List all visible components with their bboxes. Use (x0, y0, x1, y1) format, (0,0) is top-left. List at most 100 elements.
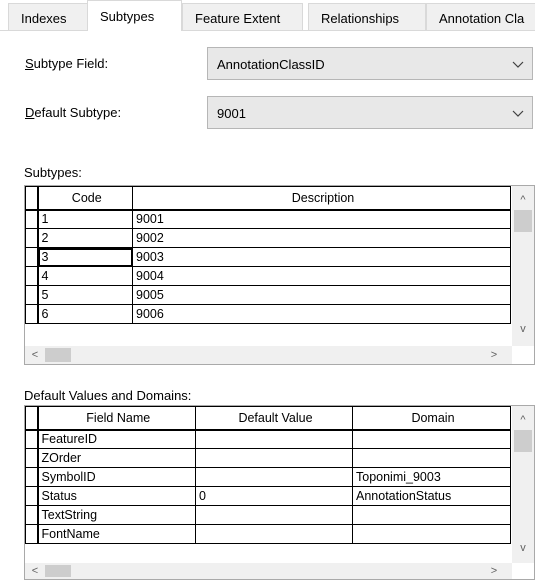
scroll-up-arrow[interactable]: ^ (516, 194, 530, 206)
table-row[interactable]: 2 9002 (25, 228, 511, 248)
subtypes-grid: Code Description 1 9001 2 9002 3 9003 4 9004… (24, 185, 535, 365)
scroll-left-arrow[interactable]: < (28, 565, 42, 577)
table-row[interactable]: FeatureID (25, 429, 511, 449)
description-cell[interactable]: 9005 (132, 285, 511, 305)
tab-indexes[interactable]: Indexes (8, 3, 88, 30)
subtype-field-access-key: S (25, 56, 34, 71)
domain-cell[interactable] (352, 505, 511, 525)
table-row[interactable]: 1 9001 (25, 209, 511, 229)
subtypes-vertical-scrollbar[interactable]: ^ v (512, 186, 534, 346)
table-row[interactable]: 4 9004 (25, 266, 511, 286)
code-cell[interactable]: 1 (37, 209, 133, 229)
description-cell[interactable]: 9004 (132, 266, 511, 286)
tab-subtypes[interactable]: Subtypes (87, 0, 182, 31)
table-row[interactable]: TextString (25, 505, 511, 525)
scrollbar-thumb[interactable] (45, 565, 71, 577)
default-value-cell[interactable] (195, 467, 353, 487)
code-cell[interactable]: 6 (37, 304, 133, 324)
field-name-cell[interactable]: TextString (37, 505, 196, 525)
default-values-grid: Field Name Default Value Domain FeatureI… (24, 405, 535, 580)
column-header-default-value[interactable]: Default Value (195, 406, 353, 431)
tab-feature-extent[interactable]: Feature Extent (182, 3, 303, 30)
default-subtype-select[interactable]: 9001 (207, 96, 533, 129)
column-header-field-name[interactable]: Field Name (37, 406, 196, 431)
field-name-cell[interactable]: Status (37, 486, 196, 506)
domain-cell[interactable]: Toponimi_9003 (352, 467, 511, 487)
row-selector[interactable] (25, 524, 39, 544)
field-name-cell[interactable]: FontName (37, 524, 196, 544)
table-row[interactable]: Status 0 AnnotationStatus (25, 486, 511, 506)
scroll-right-arrow[interactable]: > (487, 565, 501, 577)
default-subtype-access-key: D (25, 105, 35, 120)
column-header-description[interactable]: Description (132, 186, 511, 211)
default-value-cell[interactable] (195, 524, 353, 544)
row-selector-header (25, 186, 39, 211)
default-value-cell[interactable] (195, 505, 353, 525)
scrollbar-thumb[interactable] (514, 210, 532, 232)
row-selector[interactable] (25, 247, 39, 267)
table-row[interactable]: 3 9003 (25, 247, 511, 267)
description-cell[interactable]: 9001 (132, 209, 511, 229)
domain-cell[interactable] (352, 429, 511, 449)
row-selector[interactable] (25, 448, 39, 468)
table-row[interactable]: SymbolID Toponimi_9003 (25, 467, 511, 487)
subtype-field-value: AnnotationClassID (217, 57, 325, 72)
table-row[interactable]: FontName (25, 524, 511, 544)
scroll-right-arrow[interactable]: > (487, 349, 501, 361)
row-selector[interactable] (25, 429, 39, 449)
subtypes-header-row: Code Description (25, 186, 511, 211)
chevron-down-icon (512, 61, 524, 68)
scroll-up-arrow[interactable]: ^ (516, 414, 530, 426)
table-row[interactable]: ZOrder (25, 448, 511, 468)
scroll-down-arrow[interactable]: v (516, 323, 530, 335)
default-subtype-label-text: efault Subtype: (34, 105, 122, 120)
column-header-code[interactable]: Code (37, 186, 133, 211)
default-subtype-value: 9001 (217, 106, 246, 121)
scroll-left-arrow[interactable]: < (28, 349, 42, 361)
default-value-cell[interactable] (195, 448, 353, 468)
subtype-field-label-text: ubtype Field: (33, 56, 109, 71)
description-cell[interactable]: 9003 (132, 247, 511, 267)
field-name-cell[interactable]: ZOrder (37, 448, 196, 468)
default-values-table: Field Name Default Value Domain FeatureI… (25, 406, 511, 544)
description-cell[interactable]: 9002 (132, 228, 511, 248)
default-value-cell[interactable] (195, 429, 353, 449)
row-selector[interactable] (25, 285, 39, 305)
scrollbar-thumb[interactable] (45, 348, 71, 362)
code-cell[interactable]: 2 (37, 228, 133, 248)
row-selector-header (25, 406, 39, 431)
default-subtype-label: Default Subtype: (25, 105, 121, 120)
row-selector[interactable] (25, 467, 39, 487)
description-cell[interactable]: 9006 (132, 304, 511, 324)
default-values-vertical-scrollbar[interactable]: ^ v (512, 406, 534, 563)
row-selector[interactable] (25, 266, 39, 286)
code-cell[interactable]: 3 (37, 247, 133, 267)
code-cell[interactable]: 4 (37, 266, 133, 286)
domain-cell[interactable]: AnnotationStatus (352, 486, 511, 506)
domain-cell[interactable] (352, 448, 511, 468)
row-selector[interactable] (25, 209, 39, 229)
table-row[interactable]: 6 9006 (25, 304, 511, 324)
table-row[interactable]: 5 9005 (25, 285, 511, 305)
row-selector[interactable] (25, 304, 39, 324)
scroll-down-arrow[interactable]: v (516, 542, 530, 554)
default-values-label: Default Values and Domains: (24, 388, 192, 403)
tab-annotation-classes[interactable]: Annotation Cla (426, 3, 535, 30)
default-values-header-row: Field Name Default Value Domain (25, 406, 511, 431)
field-name-cell[interactable]: FeatureID (37, 429, 196, 449)
tab-strip: Indexes Subtypes Feature Extent Relation… (0, 0, 535, 31)
tab-relationships[interactable]: Relationships (308, 3, 426, 30)
row-selector[interactable] (25, 505, 39, 525)
row-selector[interactable] (25, 228, 39, 248)
chevron-down-icon (512, 110, 524, 117)
scrollbar-thumb[interactable] (514, 430, 532, 452)
subtype-field-select[interactable]: AnnotationClassID (207, 47, 533, 80)
row-selector[interactable] (25, 486, 39, 506)
default-value-cell[interactable]: 0 (195, 486, 353, 506)
column-header-domain[interactable]: Domain (352, 406, 511, 431)
field-name-cell[interactable]: SymbolID (37, 467, 196, 487)
default-values-horizontal-scrollbar[interactable]: < > (25, 563, 512, 579)
subtypes-horizontal-scrollbar[interactable]: < > (25, 346, 512, 364)
code-cell[interactable]: 5 (37, 285, 133, 305)
domain-cell[interactable] (352, 524, 511, 544)
